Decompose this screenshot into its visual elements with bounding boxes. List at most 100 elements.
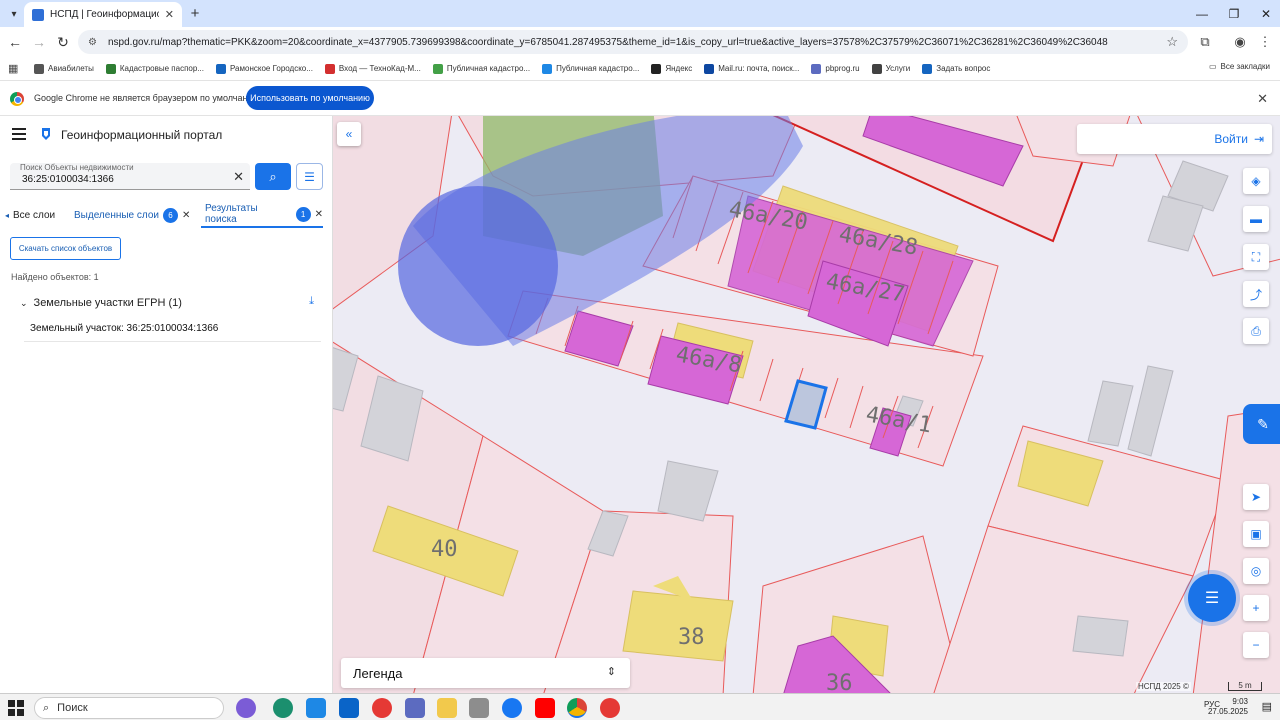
- tab-close-icon[interactable]: ✕: [165, 8, 174, 21]
- forward-button[interactable]: →: [30, 33, 48, 51]
- tab-badge: 1: [295, 206, 311, 222]
- bookmark-label: Задать вопрос: [936, 64, 991, 73]
- select-area-button[interactable]: ⛶: [1243, 244, 1269, 270]
- layers-button[interactable]: ◈: [1243, 168, 1269, 194]
- apps-icon[interactable]: ▦: [8, 62, 24, 75]
- filter-button[interactable]: ☰: [296, 163, 323, 190]
- all-bookmarks-button[interactable]: ▭ Все закладки: [1209, 62, 1270, 71]
- bookmark-item[interactable]: Задать вопрос: [922, 63, 991, 74]
- measure-button[interactable]: ▬: [1243, 206, 1269, 232]
- bookmark-item[interactable]: Вход — ТехноКад-М...: [324, 63, 421, 74]
- extensions-icon[interactable]: ⧉: [1196, 33, 1214, 51]
- zoom-out-button[interactable]: −: [1243, 632, 1269, 658]
- download-list-button[interactable]: Скачать список объектов: [10, 237, 121, 260]
- expand-icon[interactable]: ⇕: [607, 665, 616, 678]
- bookmark-icon: [432, 63, 443, 74]
- bookmark-item[interactable]: Рамонское Городско...: [215, 63, 313, 74]
- zoom-in-button[interactable]: +: [1243, 595, 1269, 621]
- navigation-icon: ➤: [1250, 490, 1262, 504]
- file-explorer-icon[interactable]: [437, 698, 457, 718]
- clear-search-icon[interactable]: ✕: [233, 169, 244, 185]
- bookmark-icon: [324, 63, 335, 74]
- bookmark-item[interactable]: Публичная кадастро...: [432, 63, 531, 74]
- result-group[interactable]: ⌄ Земельные участки ЕГРН (1) ⤓: [20, 295, 320, 311]
- app-icon[interactable]: [405, 698, 425, 718]
- outlook-app-icon[interactable]: [339, 698, 359, 718]
- bookmark-item[interactable]: pbprog.ru: [811, 63, 860, 74]
- portal-logo-icon: [42, 128, 50, 140]
- browser-tab[interactable]: НСПД | Геоинформационный по... ✕: [24, 2, 182, 27]
- legend-label: Легенда: [353, 665, 403, 681]
- bookmark-item[interactable]: Услуги: [871, 63, 910, 74]
- bookmark-star-icon[interactable]: ☆: [1166, 34, 1178, 50]
- bookmark-item[interactable]: Яндекс: [651, 63, 693, 74]
- taskbar-search[interactable]: ⌕ Поиск: [34, 697, 224, 719]
- edge-app-icon[interactable]: [273, 698, 293, 718]
- site-info-icon[interactable]: ⚙: [88, 37, 100, 48]
- clock-time: 9:03: [1232, 697, 1248, 706]
- back-button[interactable]: ←: [6, 33, 24, 51]
- portal-title: Геоинформационный портал: [61, 128, 223, 142]
- tab-strip: ▾ НСПД | Геоинформационный по... ✕ + — ❐…: [0, 0, 1280, 27]
- bookmark-item[interactable]: Mail.ru: почта, поиск...: [704, 63, 799, 74]
- collapse-panel-button[interactable]: «: [337, 122, 361, 146]
- chrome-logo-icon: [10, 92, 24, 106]
- geolocation-button[interactable]: ➤: [1243, 484, 1269, 510]
- login-button[interactable]: Войти ⇥: [1077, 124, 1272, 154]
- youtube-app-icon[interactable]: [535, 698, 555, 718]
- clock-date: 27.05.2025: [1207, 707, 1248, 716]
- bookmark-label: Публичная кадастро...: [446, 64, 531, 73]
- bookmark-item[interactable]: Авиабилеты: [34, 63, 94, 74]
- download-icon[interactable]: ⤓: [309, 295, 314, 308]
- clock[interactable]: 9:03 27.05.2025: [1208, 697, 1248, 717]
- copyright: НСПД 2025 ©: [1136, 682, 1191, 691]
- hamburger-menu-icon[interactable]: [12, 128, 26, 140]
- chevron-down-icon[interactable]: ⌄: [20, 298, 28, 309]
- yandex-browser-icon[interactable]: [600, 698, 620, 718]
- app-icon[interactable]: [469, 698, 489, 718]
- reload-button[interactable]: ↻: [54, 33, 72, 51]
- tab-badge: 6: [163, 207, 178, 223]
- close-tab-icon[interactable]: ✕: [315, 209, 323, 220]
- bookmark-item[interactable]: Кадастровые паспор...: [105, 63, 204, 74]
- search-button[interactable]: ⌕: [255, 163, 291, 190]
- search-input[interactable]: Поиск Объекты недвижимости 36:25:0100034…: [10, 163, 250, 190]
- new-tab-button[interactable]: +: [186, 4, 204, 22]
- taskbar: ⌕ Поиск РУС 9:03 27.05.2025 ▤: [0, 693, 1280, 720]
- menu-icon[interactable]: ⋮: [1256, 33, 1274, 51]
- parcel-label: 40: [431, 537, 458, 562]
- bookmark-label: Публичная кадастро...: [556, 64, 640, 73]
- chrome-app-icon[interactable]: [567, 698, 587, 718]
- alice-app-icon[interactable]: [236, 698, 256, 718]
- chat-button[interactable]: ☰: [1188, 574, 1236, 622]
- ie-app-icon[interactable]: [306, 698, 326, 718]
- location-button[interactable]: ◎: [1243, 558, 1269, 584]
- minimap-button[interactable]: ▣: [1243, 521, 1269, 547]
- share-button[interactable]: ⤴: [1243, 281, 1269, 307]
- bookmark-label: Яндекс: [665, 64, 693, 73]
- bookmarks-bar: ▦ Авиабилеты Кадастровые паспор... Рамонск…: [0, 57, 1280, 80]
- address-bar[interactable]: ⚙ nspd.gov.ru/map?thematic=PKK&zoom=20&c…: [78, 30, 1188, 54]
- tab-search-button[interactable]: ▾: [4, 4, 24, 24]
- window-close-button[interactable]: ✕: [1246, 0, 1280, 27]
- profile-icon[interactable]: ◉: [1231, 33, 1249, 51]
- yandex-app-icon[interactable]: [372, 698, 392, 718]
- share-icon: ⤴: [1249, 287, 1262, 302]
- gosuslugi-feedback-button[interactable]: ✎: [1243, 404, 1280, 444]
- notifications-icon[interactable]: ▤: [1262, 700, 1272, 713]
- tab-search-results[interactable]: Результаты поиска 1 ✕: [201, 202, 323, 228]
- bookmark-item[interactable]: Публичная кадастро...: [542, 63, 640, 74]
- set-default-button[interactable]: Использовать по умолчанию: [246, 86, 374, 110]
- login-label: Войти: [1214, 132, 1248, 146]
- infobar-close-icon[interactable]: ✕: [1257, 91, 1268, 107]
- facebook-app-icon[interactable]: [502, 698, 522, 718]
- result-item[interactable]: Земельный участок: 36:25:0100034:1366: [24, 315, 321, 342]
- close-tab-icon[interactable]: ✕: [182, 210, 190, 221]
- legend-panel[interactable]: Легенда ⇕: [341, 658, 630, 688]
- tab-selected-layers[interactable]: Выделенные слои 6 ✕: [74, 202, 190, 228]
- start-button[interactable]: [8, 700, 24, 716]
- bookmark-icon: [704, 63, 715, 74]
- print-button[interactable]: ⎙: [1243, 318, 1269, 344]
- map-canvas[interactable]: 46а/20 46а/28 46а/27 46а/8 46а/1 40 38 3…: [333, 116, 1280, 693]
- tab-all-layers[interactable]: ◂ Все слои: [5, 202, 55, 228]
